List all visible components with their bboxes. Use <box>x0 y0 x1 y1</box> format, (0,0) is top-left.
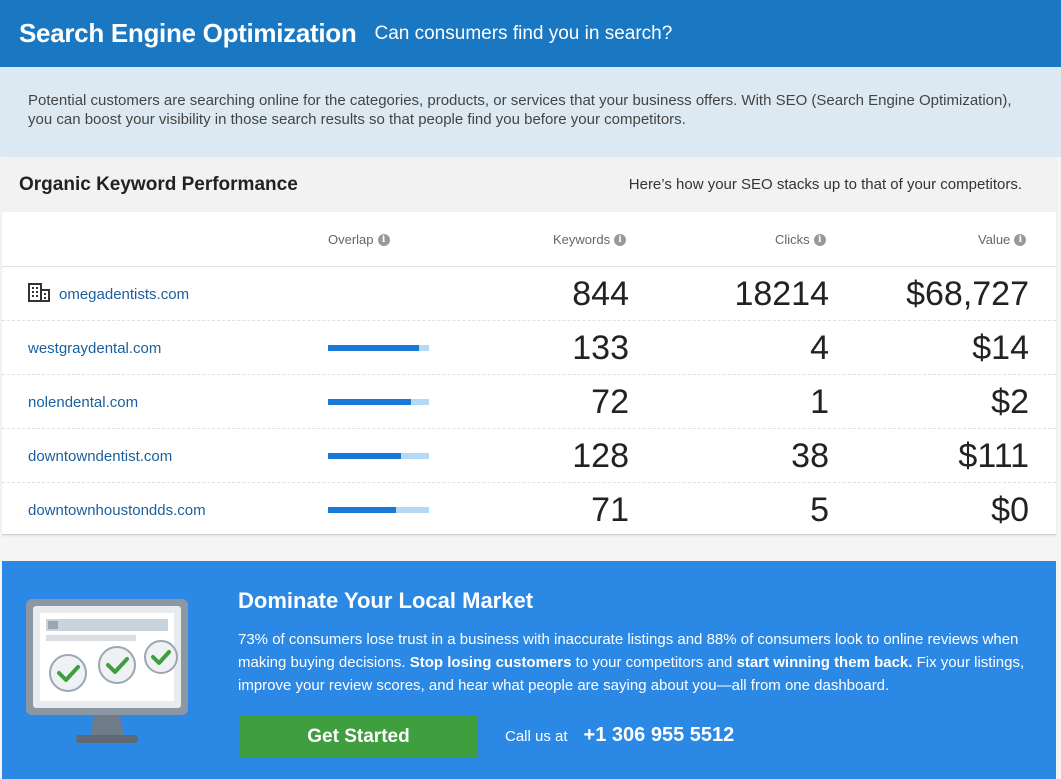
col-clicks-label: Clicks <box>775 232 810 247</box>
table-header: Overlap i Keywords i Clicks i Value i <box>2 212 1056 267</box>
promo-bold-text: Stop losing customers <box>409 654 572 671</box>
card-title: Organic Keyword Performance <box>19 173 298 195</box>
domain-cell: downtowndentist.com <box>28 429 172 483</box>
clicks-value: 1 <box>810 383 829 421</box>
domain-link[interactable]: downtowndentist.com <box>28 448 172 465</box>
domain-link[interactable]: nolendental.com <box>28 394 138 411</box>
col-value-label: Value <box>978 232 1011 247</box>
promo-text: 73% of consumers lose trust in a busines… <box>238 628 1028 697</box>
col-overlap-label: Overlap <box>328 232 374 247</box>
domain-cell: nolendental.com <box>28 375 138 429</box>
overlap-bar-fill <box>328 345 419 351</box>
page-subtitle: Can consumers find you in search? <box>374 22 673 44</box>
card-header: Organic Keyword Performance Here’s how y… <box>2 157 1056 212</box>
overlap-bar-fill <box>328 399 411 405</box>
col-keywords-label: Keywords <box>553 232 611 247</box>
domain-cell: westgraydental.com <box>28 321 161 375</box>
phone-number[interactable]: +1 306 955 5512 <box>584 724 735 747</box>
info-icon[interactable]: i <box>1014 233 1027 246</box>
overlap-bar-fill <box>328 507 396 513</box>
page-header: Search Engine Optimization Can consumers… <box>0 0 1061 67</box>
col-keywords: Keywords i <box>553 232 627 247</box>
overlap-bar <box>328 507 429 513</box>
table-row: downtownhoustondds.com 71 5 $0 <box>2 483 1056 537</box>
keywords-value: 133 <box>572 329 629 367</box>
value-amount: $111 <box>958 437 1029 475</box>
overlap-bar <box>328 399 429 405</box>
keywords-value: 71 <box>591 491 629 529</box>
table-row: nolendental.com 72 1 $2 <box>2 375 1056 429</box>
domain-link[interactable]: omegadentists.com <box>59 286 189 303</box>
monitor-checkmarks-icon <box>24 591 194 756</box>
overlap-bar-fill <box>328 453 401 459</box>
card-note: Here’s how your SEO stacks up to that of… <box>628 176 1022 193</box>
col-overlap: Overlap i <box>328 232 390 247</box>
domain-cell: downtownhoustondds.com <box>28 483 206 537</box>
info-icon[interactable]: i <box>614 233 627 246</box>
table-body: omegadentists.com 844 18214 $68,727 west… <box>2 267 1056 537</box>
keywords-value: 72 <box>591 383 629 421</box>
value-amount: $68,727 <box>906 275 1029 313</box>
promo-banner: Dominate Your Local Market 73% of consum… <box>2 561 1056 779</box>
intro-text: Potential customers are searching online… <box>0 67 1061 157</box>
clicks-value: 38 <box>791 437 829 475</box>
keywords-value: 844 <box>572 275 629 313</box>
clicks-value: 18214 <box>734 275 829 313</box>
domain-cell: omegadentists.com <box>28 267 189 321</box>
overlap-bar <box>328 345 429 351</box>
info-icon[interactable]: i <box>813 233 826 246</box>
keyword-performance-card: Organic Keyword Performance Here’s how y… <box>2 157 1056 535</box>
promo-text-part: to your competitors and <box>575 654 733 671</box>
domain-link[interactable]: westgraydental.com <box>28 340 161 357</box>
get-started-button[interactable]: Get Started <box>239 716 478 758</box>
building-icon <box>28 282 50 306</box>
value-amount: $2 <box>991 383 1029 421</box>
keywords-value: 128 <box>572 437 629 475</box>
table-row: westgraydental.com 133 4 $14 <box>2 321 1056 375</box>
value-amount: $14 <box>972 329 1029 367</box>
value-amount: $0 <box>991 491 1029 529</box>
domain-link[interactable]: downtownhoustondds.com <box>28 502 206 519</box>
clicks-value: 5 <box>810 491 829 529</box>
table-row: omegadentists.com 844 18214 $68,727 <box>2 267 1056 321</box>
overlap-bar <box>328 453 429 459</box>
call-us: Call us at +1 306 955 5512 <box>505 724 734 747</box>
table-row: downtowndentist.com 128 38 $111 <box>2 429 1056 483</box>
call-label: Call us at <box>505 728 568 745</box>
col-clicks: Clicks i <box>775 232 826 247</box>
col-value: Value i <box>978 232 1027 247</box>
page-title: Search Engine Optimization <box>19 18 357 48</box>
promo-title: Dominate Your Local Market <box>238 588 534 613</box>
info-icon[interactable]: i <box>377 233 390 246</box>
promo-bold-text: start winning them back. <box>736 654 913 671</box>
clicks-value: 4 <box>810 329 829 367</box>
